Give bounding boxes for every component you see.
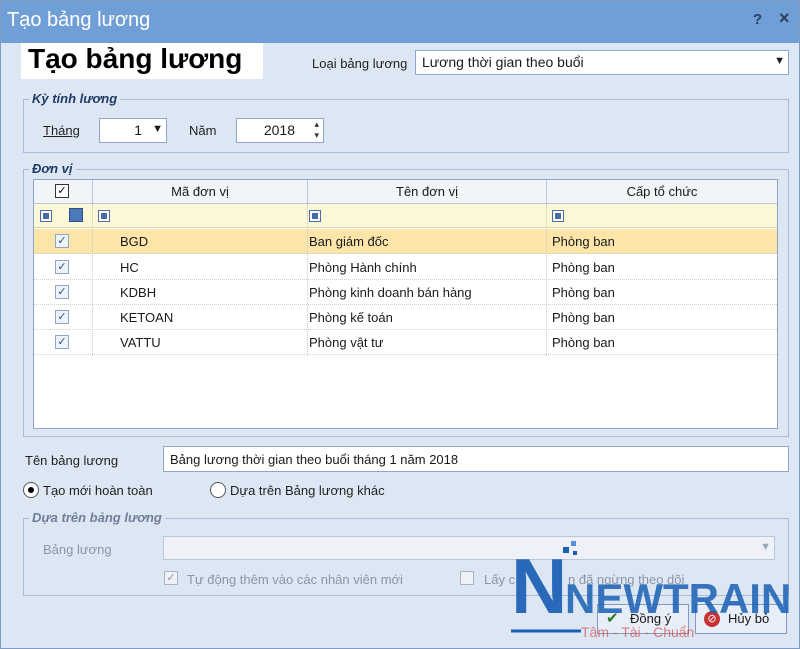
based-on-label[interactable]: Dựa trên Bảng lương khác <box>230 483 385 498</box>
column-code[interactable]: Mã đơn vị <box>92 180 307 204</box>
logo-pixel <box>563 547 569 553</box>
column-divider <box>92 204 93 356</box>
row-checkbox[interactable]: ✓ <box>55 310 69 324</box>
close-button[interactable]: × <box>779 8 790 29</box>
payroll-name-input[interactable]: Bảng lương thời gian theo buổi tháng 1 n… <box>163 446 789 472</box>
row-level: Phòng ban <box>552 335 615 350</box>
logo-letters-ew: NEWTRAIN <box>565 575 791 622</box>
row-checkbox[interactable]: ✓ <box>55 234 69 248</box>
table-row[interactable]: ✓ KETOAN Phòng kế toán Phòng ban <box>34 305 777 330</box>
window-title: Tạo bảng lương <box>7 9 151 31</box>
logo-slogan: Tâm - Tài - Chuẩn <box>581 624 694 640</box>
row-name: Phòng Hành chính <box>309 260 417 275</box>
select-all-checkbox[interactable]: ✓ <box>55 184 69 198</box>
help-button[interactable]: ? <box>753 11 762 28</box>
filter-icon[interactable] <box>40 210 52 222</box>
units-grid: ✓ Mã đơn vị Tên đơn vị Cấp tổ chức ✓ BGD… <box>33 179 778 429</box>
row-name: Phòng kinh doanh bán hàng <box>309 285 472 300</box>
row-name: Phòng vật tư <box>309 335 384 350</box>
logo-pixel <box>571 541 576 546</box>
payroll-type-value: Lương thời gian theo buổi <box>422 54 584 70</box>
payroll-name-value: Bảng lương thời gian theo buổi tháng 1 n… <box>170 452 459 467</box>
column-name[interactable]: Tên đơn vị <box>307 180 546 204</box>
auto-add-checkbox[interactable]: ✓ <box>164 571 178 585</box>
row-level: Phòng ban <box>552 234 615 249</box>
period-group-title: Kỳ tính lương <box>29 91 121 106</box>
filter-code-icon[interactable] <box>98 210 110 222</box>
create-new-radio[interactable] <box>23 482 39 498</box>
title-bar: Tạo bảng lương ? × <box>1 1 799 43</box>
month-select[interactable]: 1 ▼ <box>99 118 167 143</box>
row-code: VATTU <box>120 335 161 350</box>
logo-letter-n: N <box>511 542 567 630</box>
based-payroll-label: Bảng lương <box>43 542 112 557</box>
year-stepper[interactable]: 2018 ▴ ▾ <box>236 118 324 143</box>
payroll-name-label: Tên bảng lương <box>25 453 119 468</box>
units-group-title: Đơn vị <box>29 161 76 176</box>
month-value: 1 <box>134 122 142 138</box>
row-level: Phòng ban <box>552 310 615 325</box>
row-code: KETOAN <box>120 310 174 325</box>
column-divider <box>546 204 547 356</box>
create-payroll-dialog: Tạo bảng lương ? × Tạo bảng lương Loại b… <box>0 0 800 649</box>
row-level: Phòng ban <box>552 260 615 275</box>
create-new-label[interactable]: Tạo mới hoàn toàn <box>43 483 153 498</box>
table-row[interactable]: ✓ VATTU Phòng vật tư Phòng ban <box>34 330 777 355</box>
based-on-group-title: Dựa trên bảng lương <box>29 510 165 525</box>
year-label: Năm <box>189 123 217 138</box>
row-level: Phòng ban <box>552 285 615 300</box>
spin-arrows-icon[interactable]: ▴ ▾ <box>314 119 319 141</box>
row-code: BGD <box>120 234 149 249</box>
newtrain-logo: N NEWTRAIN Tâm - Tài - Chuẩn <box>511 541 791 640</box>
payroll-type-select[interactable]: Lương thời gian theo buổi ▼ <box>415 50 789 75</box>
take-stopped-checkbox[interactable] <box>460 571 474 585</box>
filter-check-icon[interactable] <box>69 208 83 222</box>
row-code: HC <box>120 260 139 275</box>
column-divider <box>307 204 308 356</box>
table-row[interactable]: ✓ BGD Ban giám đốc Phòng ban <box>34 229 777 254</box>
grid-header: ✓ Mã đơn vị Tên đơn vị Cấp tổ chức <box>34 180 777 204</box>
month-label: Tháng <box>43 123 80 138</box>
filter-row <box>34 204 777 228</box>
based-on-radio[interactable] <box>210 482 226 498</box>
row-name: Phòng kế toán <box>309 310 393 325</box>
table-row[interactable]: ✓ KDBH Phòng kinh doanh bán hàng Phòng b… <box>34 280 777 305</box>
year-value: 2018 <box>263 122 295 138</box>
row-checkbox[interactable]: ✓ <box>55 260 69 274</box>
payroll-type-label: Loại bảng lương <box>312 56 408 71</box>
filter-level-icon[interactable] <box>552 210 564 222</box>
row-checkbox[interactable]: ✓ <box>55 335 69 349</box>
page-title: Tạo bảng lương <box>28 43 243 74</box>
chevron-down-icon[interactable]: ▼ <box>152 123 163 135</box>
logo-pixel <box>573 551 577 555</box>
chevron-down-icon[interactable]: ▼ <box>774 55 785 67</box>
table-row[interactable]: ✓ HC Phòng Hành chính Phòng ban <box>34 255 777 280</box>
row-checkbox[interactable]: ✓ <box>55 285 69 299</box>
auto-add-label: Tự động thêm vào các nhân viên mới <box>187 572 403 587</box>
column-level[interactable]: Cấp tổ chức <box>546 180 777 204</box>
row-name: Ban giám đốc <box>309 234 389 249</box>
filter-name-icon[interactable] <box>309 210 321 222</box>
row-code: KDBH <box>120 285 157 300</box>
